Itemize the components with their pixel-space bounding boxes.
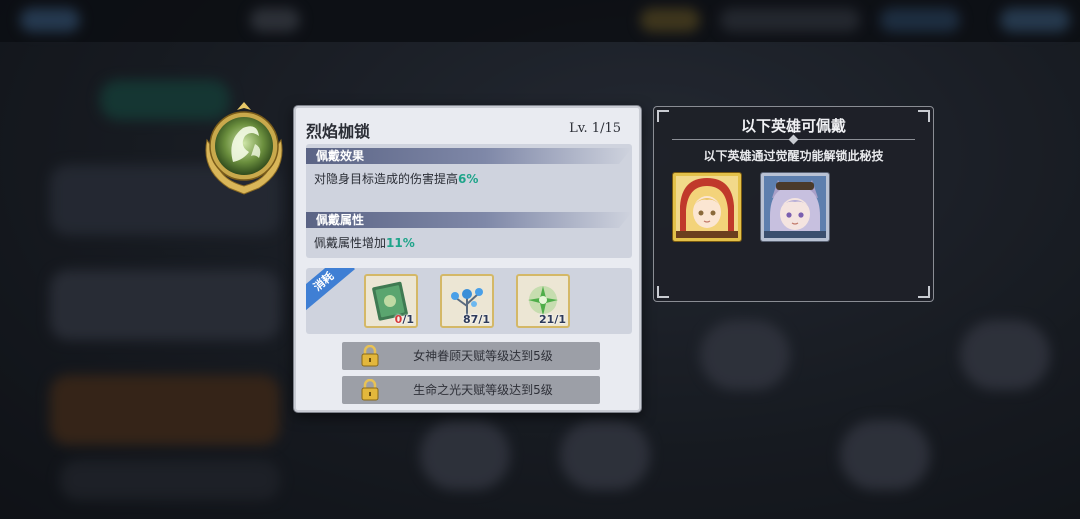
skill-name: 烈焰枷锁 [306, 122, 371, 141]
green-leaf-qty: 21/1 [539, 313, 566, 326]
skill-emblem-icon [205, 102, 283, 195]
skill-detail-panel: 烈焰枷锁 Lv. 1/15 佩戴效果 对隐身目标造成的伤害提高6% 佩戴属性 佩… [294, 106, 641, 412]
cost-item-green-leaf[interactable]: 21/1 [516, 274, 570, 328]
attribute-description: 佩戴属性增加11% [314, 234, 415, 251]
attribute-header-label: 佩戴属性 [316, 213, 365, 227]
wearable-heroes-panel: 以下英雄可佩戴 以下英雄通过觉醒功能解锁此秘技 [653, 106, 934, 302]
requirement-text: 女神眷顾天赋等级达到5级 [413, 349, 553, 363]
effect-header-label: 佩戴效果 [316, 149, 365, 163]
effect-description: 对隐身目标造成的伤害提高6% [314, 170, 478, 187]
requirement-row: 生命之光天赋等级达到5级 [342, 376, 600, 404]
effect-section-header: 佩戴效果 [306, 148, 632, 164]
cost-item-blue-flower[interactable]: 87/1 [440, 274, 494, 328]
skill-level: Lv. 1/15 [569, 121, 621, 136]
cost-tag: 消耗 [306, 268, 355, 311]
hero-panel-subtitle: 以下英雄通过觉醒功能解锁此秘技 [703, 149, 884, 163]
hero-panel-title: 以下英雄可佩戴 [740, 117, 846, 135]
attribute-value: 11% [386, 236, 415, 250]
hero-portrait-catgirl[interactable] [761, 173, 829, 241]
hero-panel-divider [672, 134, 915, 145]
effect-value: 6% [458, 172, 479, 186]
hero-portrait-blonde[interactable] [673, 173, 741, 241]
blonde-girl-red-hood-portrait-icon [676, 176, 738, 238]
attribute-text: 佩戴属性增加 [314, 236, 387, 250]
effect-text: 对隐身目标造成的伤害提高 [314, 172, 459, 186]
cost-item-green-book[interactable]: 0/1 [364, 274, 418, 328]
cost-box: 消耗 0/1 87/1 21/1 [306, 268, 632, 334]
attribute-section-header: 佩戴属性 [306, 212, 632, 228]
skill-info-box: 佩戴效果 对隐身目标造成的伤害提高6% 佩戴属性 佩戴属性增加11% [306, 144, 632, 258]
requirement-text: 生命之光天赋等级达到5级 [413, 383, 553, 397]
green-book-qty: 0/1 [394, 313, 414, 326]
requirement-row: 女神眷顾天赋等级达到5级 [342, 342, 600, 370]
blue-flower-qty: 87/1 [463, 313, 490, 326]
silver-hair-cat-ear-portrait-icon [764, 176, 826, 238]
